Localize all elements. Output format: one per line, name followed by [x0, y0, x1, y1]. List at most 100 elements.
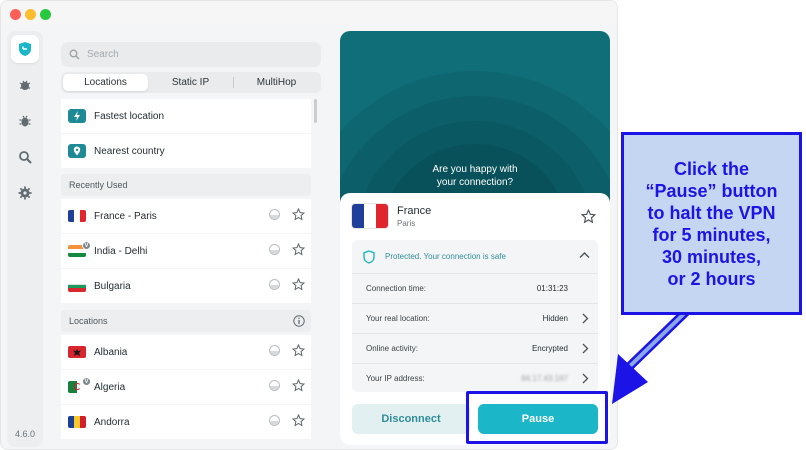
sidebar-item-antivirus[interactable]	[11, 107, 39, 135]
info-icon[interactable]	[293, 315, 305, 327]
row-actions	[269, 344, 305, 357]
star-icon[interactable]	[292, 208, 305, 221]
list-item-andorra[interactable]: Andorra	[61, 405, 311, 439]
stat-label: Your real location:	[366, 314, 430, 323]
tab-multihop[interactable]: MultiHop	[234, 74, 319, 91]
disconnect-button[interactable]: Disconnect	[352, 404, 470, 434]
stat-label: Online activity:	[366, 344, 419, 353]
virtual-location-badge: V	[82, 241, 91, 250]
sidebar-item-search-scan[interactable]	[11, 143, 39, 171]
star-icon[interactable]	[292, 379, 305, 392]
row-actions	[269, 414, 305, 427]
stat-ip-address[interactable]: Your IP address: 84.17.43.197	[352, 363, 598, 393]
zoom-window-button[interactable]	[40, 9, 51, 20]
gear-icon	[18, 186, 32, 200]
app-version: 4.6.0	[14, 429, 36, 439]
france-flag-icon	[352, 204, 388, 228]
chevron-right-icon	[582, 373, 589, 384]
locations-panel: Locations Static IP MultiHop Fastest loc…	[51, 31, 335, 447]
feedback-prompt-line: Are you happy with	[432, 164, 518, 175]
star-icon[interactable]	[292, 344, 305, 357]
row-actions	[269, 278, 305, 291]
stat-online-activity[interactable]: Online activity: Encrypted	[352, 333, 598, 363]
close-window-button[interactable]	[10, 9, 21, 20]
tab-static-ip[interactable]: Static IP	[148, 74, 233, 91]
feedback-prompt-line: your connection?	[436, 177, 514, 188]
sidebar-item-settings[interactable]	[11, 179, 39, 207]
current-location: France Paris	[352, 204, 431, 228]
current-city: Paris	[397, 218, 416, 228]
bulgaria-flag-icon	[68, 280, 86, 292]
signal-strength-icon	[269, 345, 280, 356]
albania-flag-icon	[68, 346, 86, 358]
bug-shield-icon	[19, 80, 31, 90]
list-scrollbar[interactable]	[314, 99, 317, 123]
sidebar: 4.6.0	[7, 31, 43, 447]
title-bar	[1, 1, 617, 25]
pause-button[interactable]: Pause	[478, 404, 598, 434]
list-item-algeria[interactable]: V Algeria	[61, 370, 311, 404]
bug-icon	[19, 115, 31, 127]
list-item-albania[interactable]: Albania	[61, 335, 311, 369]
star-icon[interactable]	[292, 243, 305, 256]
shield-check-icon	[363, 249, 375, 264]
row-actions	[269, 379, 305, 392]
favorite-star-icon[interactable]	[581, 209, 596, 224]
signal-strength-icon	[269, 279, 280, 290]
list-item-nearest-country[interactable]: Nearest country	[61, 134, 311, 168]
star-icon[interactable]	[292, 278, 305, 291]
bolt-icon	[68, 109, 86, 123]
stat-real-location[interactable]: Your real location: Hidden	[352, 303, 598, 333]
magnifier-icon	[19, 151, 32, 164]
protection-status[interactable]: Protected. Your connection is safe	[352, 240, 598, 273]
stat-connection-time: Connection time: 01:31:23	[352, 273, 598, 303]
list-item-india-delhi[interactable]: V India - Delhi	[61, 234, 311, 268]
list-item-label: Nearest country	[94, 145, 165, 157]
callout-text: Click the “Pause” button to halt the VPN…	[645, 158, 778, 289]
connection-panel: Are you happy with your connection? Fran…	[340, 31, 610, 445]
list-item-fastest-location[interactable]: Fastest location	[61, 99, 311, 133]
location-pin-icon	[68, 144, 86, 158]
location-tabs: Locations Static IP MultiHop	[61, 72, 321, 93]
sidebar-item-vpn[interactable]	[11, 35, 39, 63]
list-item-label: Algeria	[94, 381, 126, 393]
chevron-right-icon	[582, 313, 589, 324]
status-text: Protected. Your connection is safe	[385, 252, 506, 261]
andorra-flag-icon	[68, 416, 86, 428]
minimize-window-button[interactable]	[25, 9, 36, 20]
sidebar-item-threat-protection[interactable]	[11, 71, 39, 99]
signal-strength-icon	[269, 244, 280, 255]
stat-label: Connection time:	[366, 284, 427, 293]
search-input[interactable]	[87, 49, 287, 60]
current-country: France	[397, 204, 432, 217]
france-flag-icon	[68, 210, 86, 222]
signal-strength-icon	[269, 380, 280, 391]
star-icon[interactable]	[292, 414, 305, 427]
stat-value: Encrypted	[531, 344, 568, 353]
tab-locations[interactable]: Locations	[63, 74, 148, 91]
chevron-right-icon	[582, 343, 589, 354]
shield-icon	[19, 42, 31, 56]
list-item-france-paris[interactable]: France - Paris	[61, 199, 311, 233]
algeria-flag-icon: V	[68, 377, 91, 393]
stat-label: Your IP address:	[366, 374, 425, 383]
list-item-label: Bulgaria	[94, 280, 131, 292]
section-header-recently-used: Recently Used	[61, 174, 311, 196]
chevron-up-icon[interactable]	[579, 251, 590, 259]
signal-strength-icon	[269, 415, 280, 426]
stat-value: 84.17.43.197	[521, 374, 568, 383]
stat-value: Hidden	[542, 314, 568, 323]
search-icon	[69, 49, 80, 60]
vpn-app-window: 4.6.0 Locations Static IP MultiHop Faste…	[0, 0, 618, 450]
feedback-prompt[interactable]: Are you happy with your connection?	[340, 163, 610, 189]
stat-value: 01:31:23	[536, 284, 568, 293]
signal-strength-icon	[269, 209, 280, 220]
list-item-label: India - Delhi	[94, 245, 148, 257]
list-item-bulgaria[interactable]: Bulgaria	[61, 269, 311, 303]
row-actions	[269, 208, 305, 221]
virtual-location-badge: V	[82, 377, 91, 386]
india-flag-icon: V	[68, 241, 91, 257]
list-item-label: France - Paris	[94, 210, 157, 222]
search-box[interactable]	[61, 42, 321, 67]
row-actions	[269, 243, 305, 256]
